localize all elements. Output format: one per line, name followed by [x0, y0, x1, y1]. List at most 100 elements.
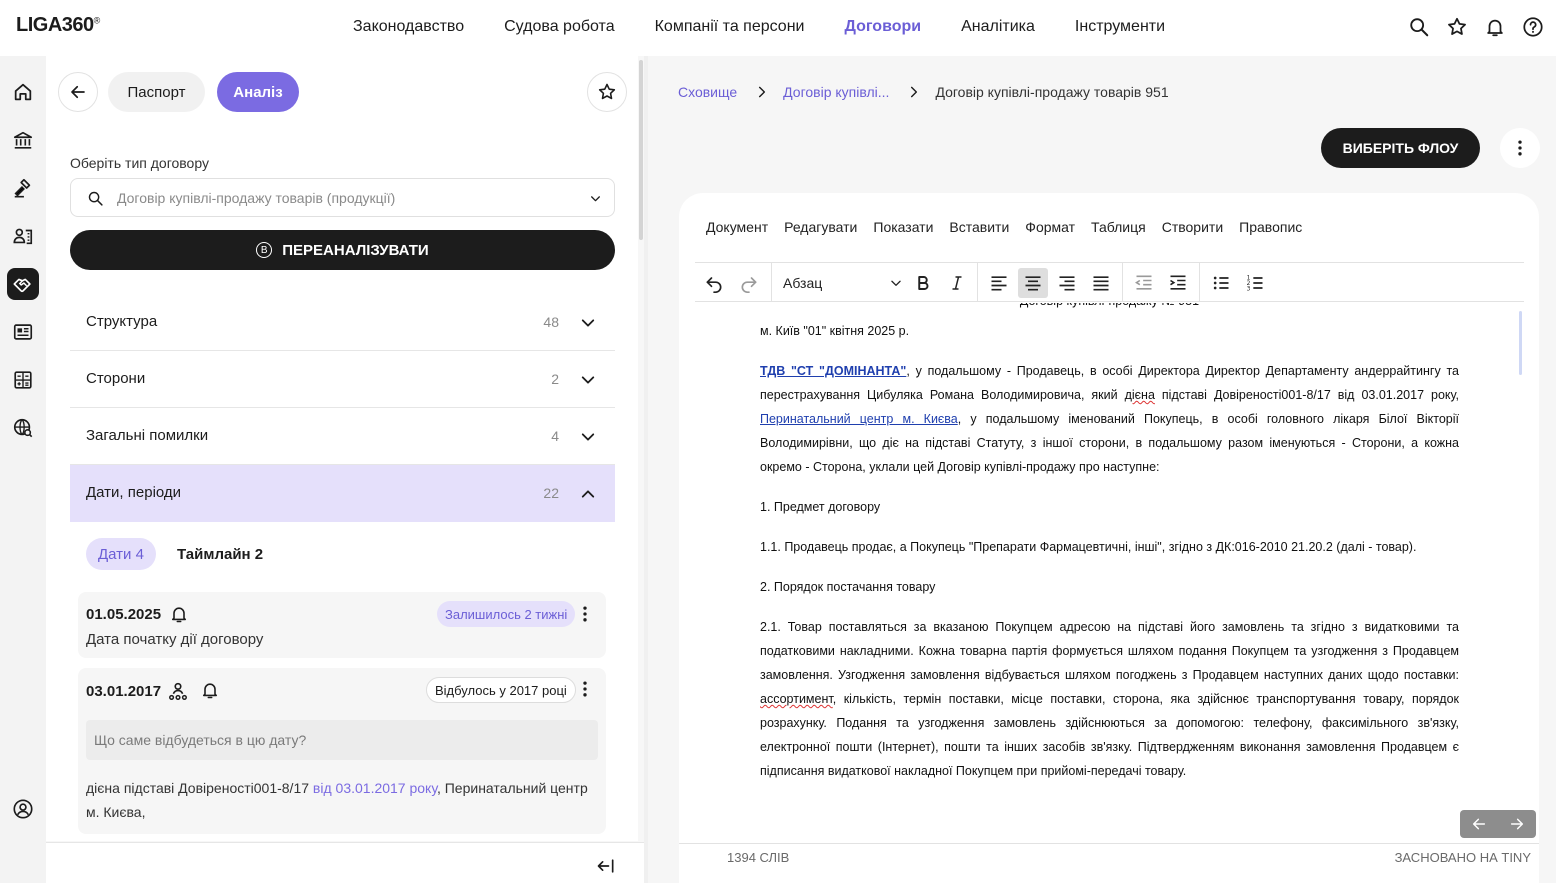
- handshake-icon[interactable]: [7, 268, 39, 300]
- align-center-icon[interactable]: [1018, 268, 1048, 298]
- nav-item-analytics[interactable]: Аналітика: [961, 18, 1035, 36]
- date-card: 03.01.2017 Відбулось у 2017 році Що саме…: [78, 668, 606, 834]
- panel-scrollbar[interactable]: [639, 60, 643, 240]
- block-format-value: Абзац: [783, 275, 823, 291]
- profile-icon[interactable]: [7, 793, 39, 825]
- section-general-errors[interactable]: Загальні помилки 4: [70, 408, 615, 465]
- chevron-right-icon: [911, 86, 918, 98]
- bullet-list-icon[interactable]: [1206, 268, 1236, 298]
- menu-create[interactable]: Створити: [1162, 219, 1223, 235]
- align-left-icon[interactable]: [984, 268, 1014, 298]
- contract-type-select[interactable]: Договір купівлі-продажу товарів (продукц…: [70, 178, 615, 217]
- buyer-link[interactable]: Перинатальний центр м. Києва: [760, 412, 958, 426]
- section-title: Дати, періоди: [86, 484, 182, 501]
- spelling-error[interactable]: дієна: [1125, 388, 1155, 402]
- menu-insert[interactable]: Вставити: [949, 219, 1009, 235]
- nav-item-legislation[interactable]: Законодавство: [353, 18, 464, 36]
- menu-edit[interactable]: Редагувати: [784, 219, 857, 235]
- contract-type-label: Оберіть тип договору: [70, 155, 209, 171]
- chevron-down-icon: [581, 433, 595, 441]
- menu-spelling[interactable]: Правопис: [1239, 219, 1302, 235]
- choose-flow-button[interactable]: ВИБЕРІТЬ ФЛОУ: [1321, 128, 1480, 168]
- next-match-button[interactable]: [1498, 810, 1536, 838]
- numbered-list-icon[interactable]: 123: [1240, 268, 1270, 298]
- indent-icon[interactable]: [1163, 268, 1193, 298]
- breadcrumb-parent[interactable]: Договір купівлі...: [783, 84, 889, 100]
- gavel-icon[interactable]: [7, 172, 39, 204]
- source-quote: дієна підставі Довіреності001-8/17 від 0…: [86, 780, 588, 820]
- align-justify-icon[interactable]: [1086, 268, 1116, 298]
- search-icon[interactable]: [1408, 16, 1430, 38]
- nav-item-court-work[interactable]: Судова робота: [504, 18, 614, 36]
- people-building-icon[interactable]: [7, 220, 39, 252]
- news-icon[interactable]: [7, 316, 39, 348]
- status-badge: Відбулось у 2017 році: [426, 677, 576, 703]
- section-count: 22: [543, 485, 559, 501]
- editor-menubar: Документ Редагувати Показати Вставити Фо…: [706, 219, 1302, 235]
- align-right-icon[interactable]: [1052, 268, 1082, 298]
- event-note-field[interactable]: Що саме відбудеться в цю дату?: [86, 720, 598, 760]
- nav-item-companies[interactable]: Компанії та персони: [655, 18, 805, 36]
- favorite-button[interactable]: [587, 72, 627, 112]
- more-vertical-icon: [1518, 140, 1522, 156]
- chevron-down-icon: [891, 280, 901, 286]
- section-title: Структура: [86, 313, 158, 330]
- more-options-button[interactable]: [1500, 128, 1540, 168]
- previous-match-button[interactable]: [1460, 810, 1498, 838]
- subtab-dates[interactable]: Дати 4: [86, 538, 156, 570]
- icon-rail: [0, 56, 46, 883]
- event-note-placeholder: Що саме відбудеться в цю дату?: [94, 732, 307, 748]
- bell-icon[interactable]: [200, 680, 220, 700]
- menu-document[interactable]: Документ: [706, 219, 768, 235]
- globe-search-icon[interactable]: [7, 412, 39, 444]
- outdent-icon[interactable]: [1129, 268, 1159, 298]
- nav-item-contracts[interactable]: Договори: [844, 18, 921, 36]
- reanalyze-button[interactable]: B ПЕРЕАНАЛІЗУВАТИ: [70, 230, 615, 270]
- arrow-right-icon: [1510, 818, 1524, 830]
- calculator-icon[interactable]: [7, 364, 39, 396]
- institution-icon[interactable]: [7, 124, 39, 156]
- subtab-timeline[interactable]: Таймлайн 2: [165, 538, 275, 570]
- block-format-select[interactable]: Абзац: [783, 275, 903, 291]
- spelling-error[interactable]: ассортимент: [760, 692, 833, 706]
- section-dates-periods[interactable]: Дати, періоди 22: [70, 465, 615, 522]
- section-parties[interactable]: Сторони 2: [70, 351, 615, 408]
- italic-icon[interactable]: [942, 268, 972, 298]
- undo-icon[interactable]: [699, 268, 729, 298]
- more-vertical-icon[interactable]: [575, 679, 595, 699]
- logo[interactable]: LIGA360®: [16, 14, 100, 37]
- bell-icon[interactable]: [169, 604, 189, 624]
- breadcrumb-current: Договір купівлі-продажу товарів 951: [935, 84, 1169, 100]
- nav-item-tools[interactable]: Інструменти: [1075, 18, 1165, 36]
- svg-text:3: 3: [1247, 287, 1251, 293]
- breadcrumb-storage[interactable]: Сховище: [678, 84, 737, 100]
- main-nav: Законодавство Судова робота Компанії та …: [353, 18, 1165, 36]
- seller-link[interactable]: ТДВ "СТ "ДОМІНАНТА": [760, 364, 906, 378]
- section-structure[interactable]: Структура 48: [70, 294, 615, 351]
- more-vertical-icon[interactable]: [575, 604, 595, 624]
- menu-view[interactable]: Показати: [873, 219, 933, 235]
- collapse-panel-icon[interactable]: [596, 856, 616, 876]
- powered-by[interactable]: ЗАСНОВАНО НА TINY: [1395, 850, 1531, 865]
- document-scrollbar[interactable]: [1519, 311, 1522, 375]
- bold-icon[interactable]: [908, 268, 938, 298]
- document-content[interactable]: Договір купівлі-продажу № 951 м. Київ "0…: [695, 303, 1524, 843]
- people-link-icon[interactable]: [167, 680, 189, 702]
- bell-icon[interactable]: [1484, 16, 1506, 38]
- help-icon[interactable]: [1522, 16, 1544, 38]
- preamble-paragraph: ТДВ "СТ "ДОМІНАНТА", у подальшому - Прод…: [760, 364, 1459, 474]
- star-icon[interactable]: [1446, 16, 1468, 38]
- menu-table[interactable]: Таблиця: [1091, 219, 1146, 235]
- tab-analysis[interactable]: Аналіз: [217, 72, 299, 112]
- back-button[interactable]: [58, 72, 98, 112]
- home-icon[interactable]: [7, 76, 39, 108]
- tab-passport[interactable]: Паспорт: [108, 72, 205, 112]
- quote-highlight[interactable]: від 03.01.2017 року: [313, 780, 437, 796]
- menu-format[interactable]: Формат: [1025, 219, 1075, 235]
- redo-icon[interactable]: [734, 268, 764, 298]
- word-count[interactable]: 1394 СЛІВ: [727, 850, 789, 865]
- arrow-left-icon: [1472, 818, 1486, 830]
- section-count: 4: [551, 428, 559, 444]
- section-count: 48: [543, 314, 559, 330]
- section-title: Сторони: [86, 370, 146, 387]
